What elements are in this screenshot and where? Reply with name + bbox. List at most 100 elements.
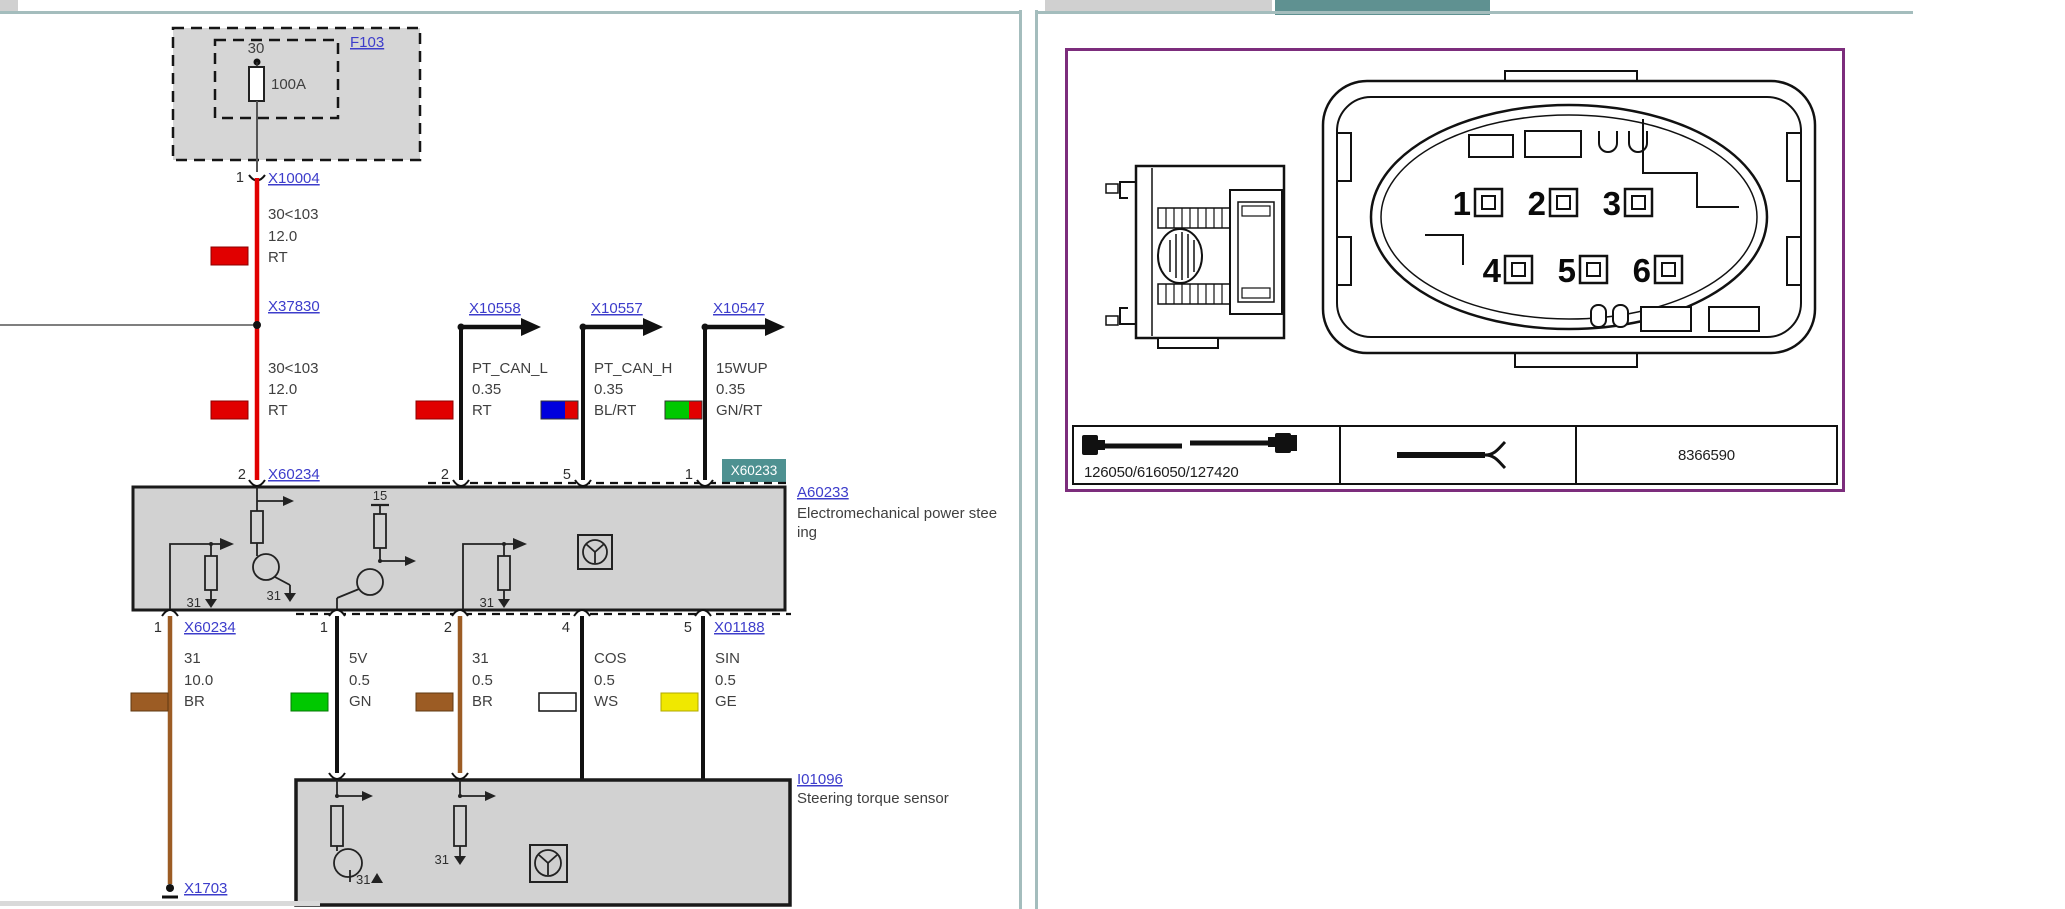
svg-text:GN: GN — [349, 693, 372, 710]
pin-socket-icon — [451, 772, 469, 780]
x60234-top-link[interactable]: X60234 — [268, 466, 320, 483]
svg-text:12.0: 12.0 — [268, 228, 297, 245]
cable-cell: 126050/616050/127420 — [1074, 427, 1341, 483]
pin-socket-icon — [574, 479, 592, 487]
offpage-arrow-icon — [521, 318, 541, 336]
pin-2-label: 2 — [1528, 185, 1546, 222]
svg-text:10.0: 10.0 — [184, 672, 213, 689]
w3-pin: 2 — [444, 620, 452, 636]
svg-text:0.5: 0.5 — [715, 672, 736, 689]
svg-text:BL/RT: BL/RT — [594, 402, 636, 419]
pin-6-label: 6 — [1633, 252, 1651, 289]
grommet-icon — [1157, 228, 1203, 284]
w2-pin: 1 — [320, 620, 328, 636]
terminal-30-label: 30 — [248, 40, 265, 57]
branch3-pin: 1 — [685, 467, 693, 483]
connector-x10004: 1 X10004 — [236, 170, 320, 187]
svg-text:RT: RT — [268, 249, 288, 266]
svg-text:0.5: 0.5 — [594, 672, 615, 689]
w5-pin: 5 — [684, 620, 692, 636]
branch-x10557: X10557 PT_CAN_H 0.35 BL/RT — [540, 300, 672, 487]
splice-dot — [253, 321, 261, 329]
pin-socket-icon — [328, 772, 346, 780]
x1703-link[interactable]: X1703 — [184, 880, 227, 897]
x10004-link[interactable]: X10004 — [268, 170, 320, 187]
svg-text:WS: WS — [594, 693, 618, 710]
steering-wheel-icon — [529, 844, 568, 883]
wire-color-swatch-white — [538, 692, 577, 712]
branch1-pin: 2 — [441, 467, 449, 483]
wire-30-upper-label: 30<103 12.0 RT — [210, 206, 318, 266]
pin-socket-icon — [452, 479, 470, 487]
fuse-rating: 100A — [271, 76, 306, 93]
fuse-box-f103: 30 100A F103 — [171, 26, 422, 172]
svg-text:0.5: 0.5 — [349, 672, 370, 689]
wire-color-swatch-red — [210, 246, 249, 266]
wire-color-swatch-red — [210, 400, 249, 420]
wire-color-swatch-brown — [130, 692, 169, 712]
ecu-description-line1: Electromechanical power stee — [797, 505, 997, 522]
svg-text:12.0: 12.0 — [268, 381, 297, 398]
w1-pin: 1 — [154, 620, 162, 636]
a60233-link[interactable]: A60233 — [797, 484, 849, 501]
connector-detail-frame: 1 2 3 4 5 6 126050/616050/127420 8366590 — [1065, 48, 1845, 492]
wire-color-swatch-blue-red — [540, 400, 579, 420]
svg-text:15WUP: 15WUP — [716, 360, 768, 377]
ecu-box-a60233 — [131, 485, 787, 612]
x10557-link[interactable]: X10557 — [591, 300, 643, 317]
x60233-highlight-badge[interactable]: X60233 — [722, 459, 786, 482]
i01096-link[interactable]: I01096 — [797, 771, 843, 788]
branch-x10558: X10558 PT_CAN_L 0.35 RT — [415, 300, 548, 487]
svg-text:SIN: SIN — [715, 650, 740, 667]
x60234-bottom-link[interactable]: X60234 — [184, 619, 236, 636]
pin-4-label: 4 — [1483, 252, 1502, 289]
svg-text:COS: COS — [594, 650, 627, 667]
x37830-link[interactable]: X37830 — [268, 298, 320, 315]
svg-text:30<103: 30<103 — [268, 360, 318, 377]
panel-divider-right-line — [1035, 10, 1038, 909]
offpage-arrow-icon — [765, 318, 785, 336]
ecu-top-pin: 2 — [238, 467, 246, 483]
offpage-arrow-icon — [643, 318, 663, 336]
ground-31-label: 31 — [435, 852, 449, 867]
pin-socket-icon — [696, 479, 714, 487]
svg-text:0.5: 0.5 — [472, 672, 493, 689]
terminal-15-label: 15 — [373, 488, 387, 503]
pin-3-label: 3 — [1603, 185, 1621, 222]
wire-color-swatch-green-red — [664, 400, 703, 420]
sensor-description: Steering torque sensor — [797, 790, 949, 807]
fuse-icon — [248, 66, 265, 102]
branch-x10547: X10547 15WUP 0.35 GN/RT — [664, 300, 785, 487]
wire-color-swatch-yellow — [660, 692, 699, 712]
svg-text:GE: GE — [715, 693, 737, 710]
svg-text:BR: BR — [472, 693, 493, 710]
svg-text:31: 31 — [184, 650, 201, 667]
steering-wheel-icon — [577, 534, 613, 570]
x01188-link[interactable]: X01188 — [714, 619, 765, 636]
cable-icon — [1082, 433, 1297, 455]
svg-text:0.35: 0.35 — [594, 381, 623, 398]
svg-text:PT_CAN_H: PT_CAN_H — [594, 360, 672, 377]
ground-31-label: 31 — [356, 872, 370, 887]
part-number-cell: 8366590 — [1577, 427, 1836, 483]
wire-30-lower-label: 30<103 12.0 RT — [210, 360, 318, 420]
x10547-link[interactable]: X10547 — [713, 300, 765, 317]
pin-socket-icon — [248, 479, 266, 487]
app-screen: 30 100A F103 1 X10004 X37830 30<103 12.0… — [0, 0, 2065, 909]
terminal-symbol-cell — [1341, 427, 1577, 483]
x10558-link[interactable]: X10558 — [469, 300, 521, 317]
svg-text:RT: RT — [472, 402, 492, 419]
fuse-link[interactable]: F103 — [350, 34, 384, 51]
pin-5-label: 5 — [1558, 252, 1576, 289]
svg-text:RT: RT — [268, 402, 288, 419]
ground-31-label: 31 — [480, 595, 494, 610]
svg-text:X60233: X60233 — [731, 463, 778, 478]
ground-31-label: 31 — [187, 595, 201, 610]
right-panel-inactive-tab[interactable] — [1045, 0, 1272, 11]
ecu-description-line2: ing — [797, 524, 817, 541]
pin-1-label: 1 — [1453, 185, 1471, 222]
connector-front-view: 1 2 3 4 5 6 — [1321, 70, 1817, 368]
svg-text:5V: 5V — [349, 650, 367, 667]
part-number: 8366590 — [1677, 446, 1735, 464]
svg-text:0.35: 0.35 — [472, 381, 501, 398]
